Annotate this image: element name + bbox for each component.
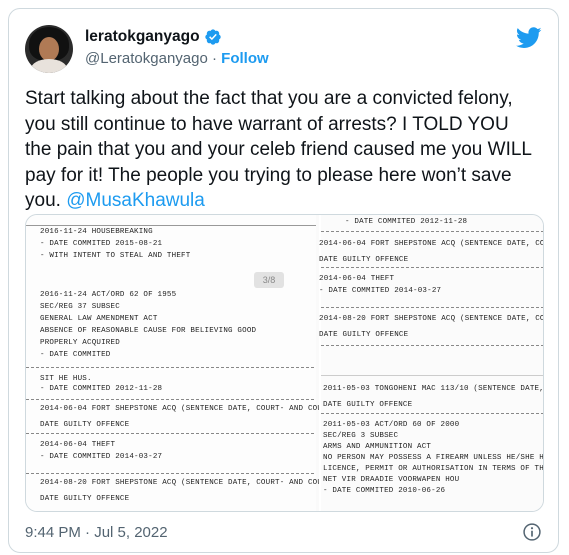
info-icon[interactable] bbox=[522, 522, 542, 542]
doc-line: SIT HE HUS. bbox=[40, 375, 92, 383]
doc-line: DATE GUILTY OFFENCE bbox=[40, 495, 130, 503]
avatar[interactable] bbox=[25, 25, 73, 73]
twitter-bird-icon[interactable] bbox=[516, 27, 542, 49]
doc-line: ABSENCE OF REASONABLE CAUSE FOR BELIEVIN… bbox=[40, 327, 257, 335]
doc-line: LICENCE, PERMIT OR AUTHORISATION IN TERM… bbox=[323, 465, 544, 473]
doc-line: DATE GUILTY OFFENCE bbox=[319, 331, 409, 339]
doc-line: 2016-11-24 HOUSEBREAKING bbox=[40, 228, 153, 236]
doc-line: - DATE COMMITED 2012-11-28 bbox=[40, 385, 163, 393]
doc-line: GENERAL LAW AMENDMENT ACT bbox=[40, 315, 158, 323]
doc-line: 2014-06-04 THEFT bbox=[319, 275, 395, 283]
doc-line: - DATE COMMITED 2010-06-26 bbox=[323, 487, 446, 495]
doc-line: NO PERSON MAY POSSESS A FIREARM UNLESS H… bbox=[323, 454, 544, 462]
separator-dot: · bbox=[211, 50, 217, 67]
doc-line: ARMS AND AMMUNITION ACT bbox=[323, 443, 432, 451]
doc-line: - DATE COMMITED 2015-08-21 bbox=[40, 240, 163, 248]
tweet-header: leratokganyago @Leratokganyago · Follow bbox=[25, 25, 542, 73]
doc-line: SEC/REG 3 SUBSEC bbox=[323, 432, 399, 440]
doc-line: - DATE COMMITED 2014-03-27 bbox=[319, 287, 442, 295]
tweet-media[interactable]: 2016-11-24 HOUSEBREAKING - DATE COMMITED… bbox=[25, 214, 544, 512]
doc-line: - WITH INTENT TO STEAL AND THEFT bbox=[40, 252, 191, 260]
left-document-image[interactable]: 2016-11-24 HOUSEBREAKING - DATE COMMITED… bbox=[26, 215, 374, 511]
doc-line: DATE GUILTY OFFENCE bbox=[319, 256, 409, 264]
author-display-name-row[interactable]: leratokganyago bbox=[85, 28, 269, 46]
follow-button[interactable]: Follow bbox=[221, 50, 269, 67]
doc-line: NET VIR DRAADIE VOORWAPEN HOU bbox=[323, 476, 460, 484]
doc-line: - DATE COMMITED 2014-03-27 bbox=[40, 453, 163, 461]
mention-link[interactable]: @MusaKhawula bbox=[66, 190, 205, 211]
tweet-timestamp[interactable]: 9:44 PM · Jul 5, 2022 bbox=[25, 524, 168, 541]
doc-line: 2014-06-04 FORT SHEPSTONE ACQ (SENTENCE … bbox=[319, 240, 543, 248]
doc-line: - DATE COMMITED 2012-11-28 bbox=[345, 218, 468, 226]
author-handle[interactable]: @Leratokganyago bbox=[85, 50, 208, 67]
author-info: leratokganyago @Leratokganyago · Follow bbox=[85, 28, 269, 67]
doc-line: 2016-11-24 ACT/ORD 62 OF 1955 bbox=[40, 291, 177, 299]
doc-line: 2011-05-03 TONGOHENI MAC 113/10 (SENTENC… bbox=[323, 385, 544, 393]
author-display-name[interactable]: leratokganyago bbox=[85, 28, 200, 46]
doc-line: DATE GUILTY OFFENCE bbox=[40, 421, 130, 429]
tweet-card[interactable]: leratokganyago @Leratokganyago · Follow … bbox=[8, 8, 559, 553]
handle-row: @Leratokganyago · Follow bbox=[85, 50, 269, 67]
right-document-image[interactable]: - DATE COMMITED 2012-11-28 2014-06-04 FO… bbox=[319, 215, 544, 511]
verified-badge-icon bbox=[204, 29, 221, 45]
tweet-text: Start talking about the fact that you ar… bbox=[25, 86, 540, 214]
doc-line: PROPERLY ACQUIRED bbox=[40, 339, 120, 347]
doc-line: - DATE COMMITED bbox=[40, 351, 111, 359]
doc-line: 2014-08-20 FORT SHEPSTONE ACQ (SENTENCE … bbox=[319, 315, 543, 323]
doc-line: SEC/REG 37 SUBSEC bbox=[40, 303, 120, 311]
doc-line: 2014-06-04 THEFT bbox=[40, 441, 116, 449]
doc-line: DATE GUILTY OFFENCE bbox=[323, 401, 413, 409]
doc-line: 2011-05-03 ACT/ORD 60 OF 2000 bbox=[323, 421, 460, 429]
image-counter: 3/8 bbox=[254, 272, 284, 288]
